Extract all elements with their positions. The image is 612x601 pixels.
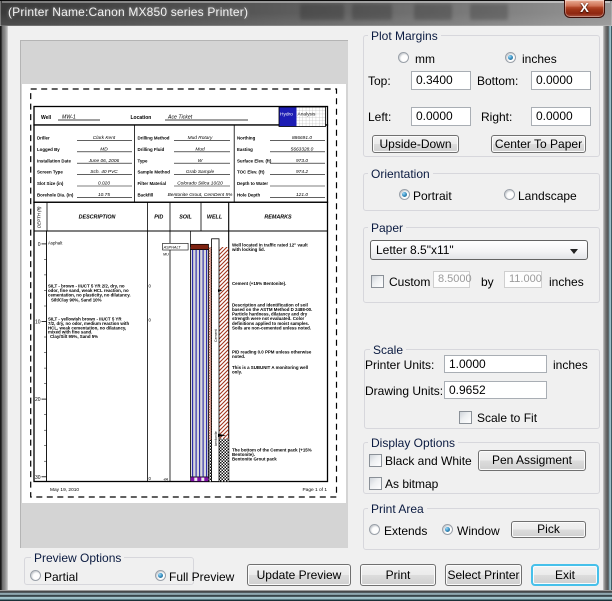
svg-text:TOC Elev. (ft): TOC Elev. (ft)	[237, 170, 265, 175]
svg-text:DESCRIPTION: DESCRIPTION	[79, 215, 116, 221]
svg-text:WELL: WELL	[207, 215, 222, 221]
svg-text:Well: Well	[41, 115, 52, 121]
svg-text:Cement (+15% Bentonite).: Cement (+15% Bentonite).	[232, 281, 286, 286]
svg-text:Cement: Cement	[214, 329, 218, 342]
svg-text:REMARKS: REMARKS	[264, 215, 292, 221]
svg-text:bentonite: bentonite	[214, 431, 218, 446]
svg-text:Bentonite Grout pack: Bentonite Grout pack	[232, 456, 277, 461]
svg-text:4A: 4A	[164, 478, 169, 482]
svg-text:Backfill: Backfill	[138, 193, 154, 198]
svg-text:10: 10	[35, 320, 41, 326]
svg-text:ASPHALT: ASPHALT	[163, 245, 182, 249]
svg-text:Logged By: Logged By	[37, 147, 60, 152]
svg-text:noted.: noted.	[232, 354, 245, 359]
svg-text:Hydro: Hydro	[280, 112, 293, 118]
svg-text:only.: only.	[232, 370, 242, 375]
svg-text:Easting: Easting	[237, 147, 253, 152]
svg-text:Drilling Method: Drilling Method	[138, 136, 170, 141]
svg-text:Depth to Water: Depth to Water	[237, 181, 268, 186]
svg-text:Surface Elev. (ft): Surface Elev. (ft)	[237, 158, 272, 163]
svg-text:Asphalt: Asphalt	[48, 241, 63, 246]
svg-text:Analysis: Analysis	[298, 112, 316, 118]
svg-text:Borehole Dia. (in): Borehole Dia. (in)	[37, 193, 74, 198]
svg-text:Silt/Clay 90%, Sand 10%: Silt/Clay 90%, Sand 10%	[51, 297, 102, 302]
svg-text:30: 30	[35, 475, 41, 481]
svg-text:Ace Ticket: Ace Ticket	[167, 115, 193, 121]
svg-text:Soils are non-cemented unless: Soils are non-cemented unless noted.	[232, 325, 311, 330]
svg-text:20: 20	[35, 397, 41, 403]
svg-text:Sample Method: Sample Method	[138, 170, 171, 175]
svg-text:0: 0	[38, 242, 41, 248]
svg-text:PID: PID	[154, 215, 163, 221]
svg-text:Installation Date: Installation Date	[37, 158, 71, 163]
svg-text:Slot Size (in): Slot Size (in)	[37, 181, 64, 186]
svg-text:Type: Type	[138, 158, 148, 163]
svg-text:Drilling Fluid: Drilling Fluid	[138, 147, 165, 152]
svg-text:Northing: Northing	[237, 136, 256, 141]
svg-text:with locking lid.: with locking lid.	[231, 247, 265, 252]
svg-text:Location: Location	[131, 115, 152, 121]
svg-text:DEPTH (ft): DEPTH (ft)	[37, 206, 42, 228]
svg-text:Clay/Silt 95%, Sand 5%: Clay/Silt 95%, Sand 5%	[50, 334, 98, 339]
svg-text:SOIL: SOIL	[179, 215, 192, 221]
svg-text:MU: MU	[163, 253, 169, 257]
svg-text:Driller: Driller	[37, 136, 50, 141]
svg-text:May 19, 2010: May 19, 2010	[50, 487, 79, 493]
svg-text:This is a SUBUNIT A monitoring: This is a SUBUNIT A monitoring well	[232, 365, 308, 370]
svg-text:MW-1: MW-1	[62, 115, 76, 121]
svg-text:Hole Depth: Hole Depth	[237, 193, 260, 198]
svg-text:Filter Material: Filter Material	[138, 181, 167, 186]
svg-text:Page 1 of 1: Page 1 of 1	[302, 487, 327, 493]
svg-text:Screen Type: Screen Type	[37, 170, 63, 175]
